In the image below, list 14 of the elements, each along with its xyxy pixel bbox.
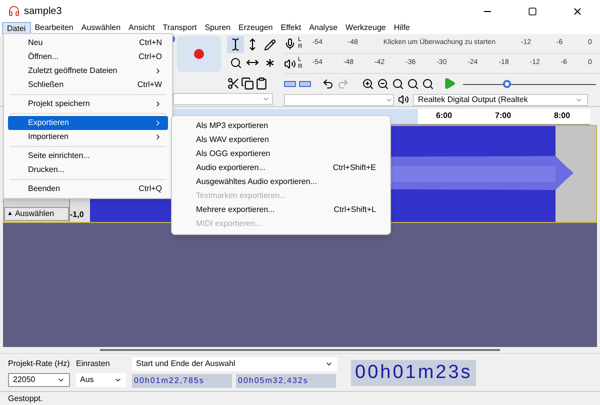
- shortcut-label: Ctrl+W: [137, 79, 162, 91]
- status-text: Gestoppt.: [8, 392, 43, 404]
- shortcut-label: Ctrl+N: [139, 37, 162, 49]
- window-title: sample3: [24, 4, 62, 18]
- shortcut-label: Ctrl+Shift+L: [334, 204, 376, 216]
- scale-label: -1,0: [70, 209, 85, 221]
- snap-label: Einrasten: [76, 358, 111, 370]
- shortcut-label: Ctrl+O: [138, 51, 162, 63]
- ruler-label: 6:00: [436, 110, 452, 122]
- ruler-label: 7:00: [495, 110, 512, 122]
- shortcut-label: Ctrl+Shift+E: [332, 162, 376, 174]
- ruler-label: 8:00: [554, 110, 570, 122]
- project-rate-label: Projekt-Rate (Hz): [8, 358, 70, 370]
- shortcut-label: Ctrl+Q: [138, 183, 162, 195]
